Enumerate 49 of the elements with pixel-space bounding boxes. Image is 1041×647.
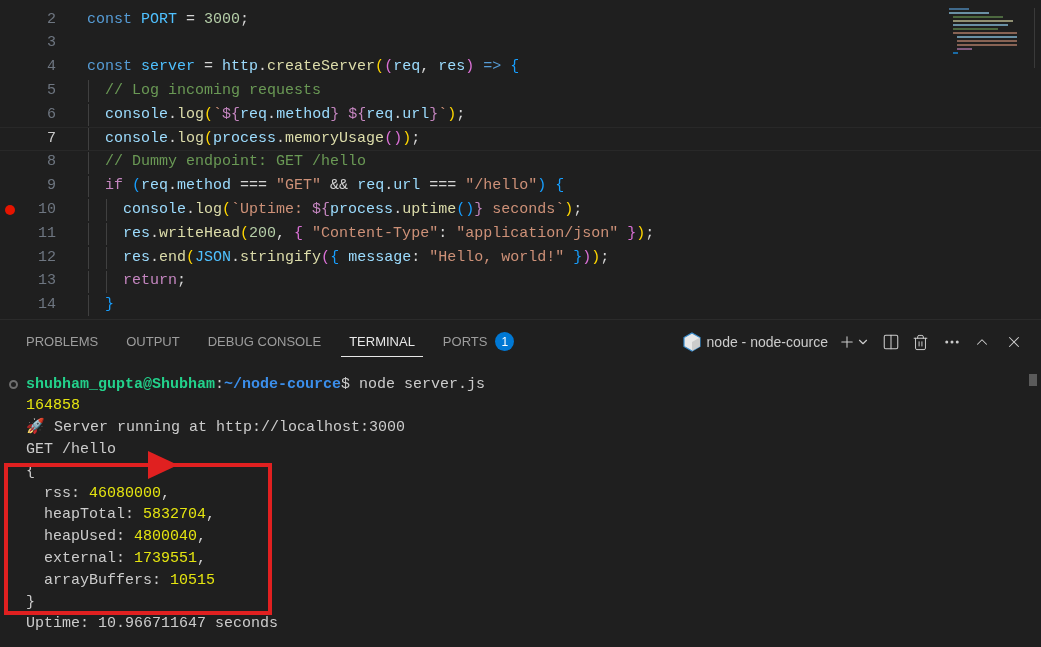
terminal-line: arrayBuffers: 10515 xyxy=(43,570,216,591)
line-number: 3 xyxy=(46,33,56,54)
code-line: const PORT = 3000; xyxy=(87,9,250,30)
terminal-line: heapUsed: 4800040, xyxy=(43,527,207,548)
count-badge: 1 xyxy=(495,332,515,351)
trash-icon[interactable] xyxy=(912,333,929,351)
code-line: // Dummy endpoint: GET /hello xyxy=(104,152,367,173)
terminal-name[interactable]: node - node-cource xyxy=(706,331,828,353)
prompt-status-icon xyxy=(8,380,18,390)
terminal-line: external: 1739551, xyxy=(43,549,207,570)
terminal-line: shubham_gupta@Shubham:~/node-cource$ node server.js xyxy=(26,374,486,395)
code-line: console.log(process.memoryUsage()); xyxy=(104,128,421,149)
panel-tab[interactable]: OUTPUT xyxy=(118,327,188,357)
panel-tab[interactable]: TERMINAL xyxy=(341,327,423,357)
terminal-line: rss: 46080000, xyxy=(43,483,171,504)
code-line: res.writeHead(200, { "Content-Type": "application/json" }); xyxy=(122,223,655,244)
code-line: console.log(`${req.method} ${req.url}`); xyxy=(104,104,466,125)
line-number: 12 xyxy=(37,247,56,268)
terminal-line: Uptime: 10.966711647 seconds xyxy=(26,614,279,635)
line-number: 7 xyxy=(46,128,56,149)
terminal-line: heapTotal: 5832704, xyxy=(43,505,216,526)
line-number: 4 xyxy=(46,57,56,78)
line-number: 6 xyxy=(46,104,56,125)
panel-tab[interactable]: PORTS 1 xyxy=(434,327,523,357)
terminal-line: } xyxy=(26,592,35,613)
code-line: if (req.method === "GET" && req.url === "/hello") { xyxy=(104,176,565,197)
code-line: } xyxy=(104,295,114,316)
line-number: 8 xyxy=(46,152,56,173)
line-number: 9 xyxy=(46,176,56,197)
code-line: console.log(`Uptime: ${process.uptime()} seconds`); xyxy=(122,200,583,221)
terminal-line: GET /hello xyxy=(26,440,116,461)
code-line: // Log incoming requests xyxy=(104,81,322,102)
terminal-icon xyxy=(682,332,701,352)
scrollbar[interactable] xyxy=(1029,374,1037,386)
split-button[interactable] xyxy=(882,333,900,351)
code-line: res.end(JSON.stringify({ message: "Hello, world!" })); xyxy=(122,247,610,268)
panel-tab[interactable]: DEBUG CONSOLE xyxy=(199,327,330,357)
line-number: 11 xyxy=(37,223,56,244)
line-number: 14 xyxy=(37,295,56,316)
line-number: 5 xyxy=(46,81,56,102)
line-number: 13 xyxy=(37,271,56,292)
new-terminal-button[interactable] xyxy=(838,333,856,351)
code-line: return; xyxy=(122,271,187,292)
terminal-line: 🚀 Server running at http://localhost:3000 xyxy=(26,417,406,439)
code-line: const server = http.createServer((req, res) => { xyxy=(87,57,520,78)
terminal-line: 164858 xyxy=(26,396,80,417)
panel-tab[interactable]: PROBLEMS xyxy=(18,327,107,357)
line-number: 10 xyxy=(37,200,56,221)
line-number: 2 xyxy=(46,9,56,30)
